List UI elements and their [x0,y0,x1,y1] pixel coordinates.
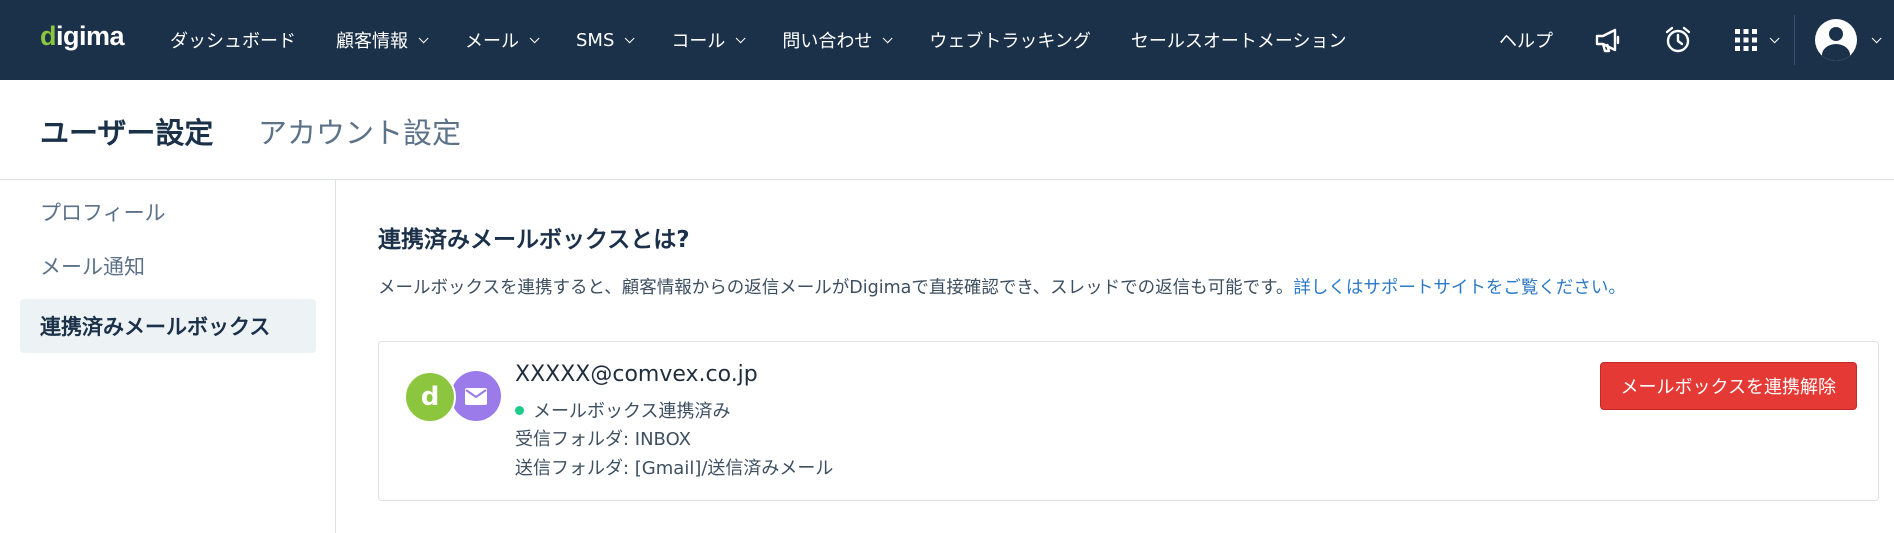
section-title: 連携済みメールボックスとは? [378,227,690,253]
chevron-down-icon [1871,32,1882,43]
support-site-link[interactable]: 詳しくはサポートサイトをご覧ください。 [1293,278,1626,298]
nav-item-inquiries[interactable]: 問い合わせ [762,0,909,80]
settings-sidebar: プロフィール メール通知 連携済みメールボックス [0,180,336,533]
disconnect-mailbox-button[interactable]: メールボックスを連携解除 [1599,362,1857,410]
nav-item-sales-automation[interactable]: セールスオートメーション [1111,0,1367,80]
mailbox-email: XXXXX@comvex.co.jp [515,362,758,387]
nav-item-dashboard[interactable]: ダッシュボード [150,0,316,80]
chevron-down-icon [1769,32,1780,43]
user-avatar-icon [1815,19,1857,61]
nav-item-sms[interactable]: SMS [556,0,651,80]
chevron-down-icon [736,32,746,43]
tab-user-settings[interactable]: ユーザー設定 [40,110,213,152]
inbox-folder: 受信フォルダ: INBOX [515,429,691,450]
announcements-button[interactable] [1573,0,1643,80]
envelope-icon [451,371,501,421]
status-dot-icon [515,405,524,415]
nav-item-customers[interactable]: 顧客情報 [316,0,445,80]
chevron-down-icon [625,32,635,43]
digima-badge-icon: d [404,371,456,423]
top-navbar: digima ダッシュボード 顧客情報 メール SMS コール 問い合わせ ウェ… [0,0,1894,80]
chevron-down-icon [883,32,893,43]
apps-grid-icon [1735,29,1757,51]
sidebar-item-mail-notifications[interactable]: メール通知 [20,239,316,293]
chevron-down-icon [529,32,540,43]
user-menu-button[interactable] [1795,0,1894,80]
alarm-clock-icon [1665,26,1691,53]
sidebar-item-connected-mailboxes[interactable]: 連携済みメールボックス [20,299,316,353]
nav-item-web-tracking[interactable]: ウェブトラッキング [909,0,1110,80]
settings-header: ユーザー設定 アカウント設定 [0,80,1894,180]
help-link[interactable]: ヘルプ [1479,27,1573,53]
section-description: メールボックスを連携すると、顧客情報からの返信メールがDigimaで直接確認でき… [378,278,1626,298]
mailbox-card: d XXXXX@comvex.co.jp メールボックス連携済み 受信フォルダ:… [378,341,1879,501]
digima-logo[interactable]: digima [40,21,125,52]
main-menu: ダッシュボード 顧客情報 メール SMS コール 問い合わせ ウェブトラッキング… [150,0,1367,80]
reminders-button[interactable] [1643,0,1713,80]
sent-folder: 送信フォルダ: [Gmail]/送信済みメール [515,458,834,479]
mailbox-status: メールボックス連携済み [515,397,730,423]
sidebar-item-profile[interactable]: プロフィール [20,185,316,239]
chevron-down-icon [418,32,429,43]
apps-menu-button[interactable] [1713,0,1794,80]
nav-right-group: ヘルプ [1479,0,1894,80]
megaphone-icon [1595,28,1620,53]
nav-item-mail[interactable]: メール [445,0,556,80]
nav-item-call[interactable]: コール [651,0,762,80]
tab-account-settings[interactable]: アカウント設定 [258,110,461,152]
